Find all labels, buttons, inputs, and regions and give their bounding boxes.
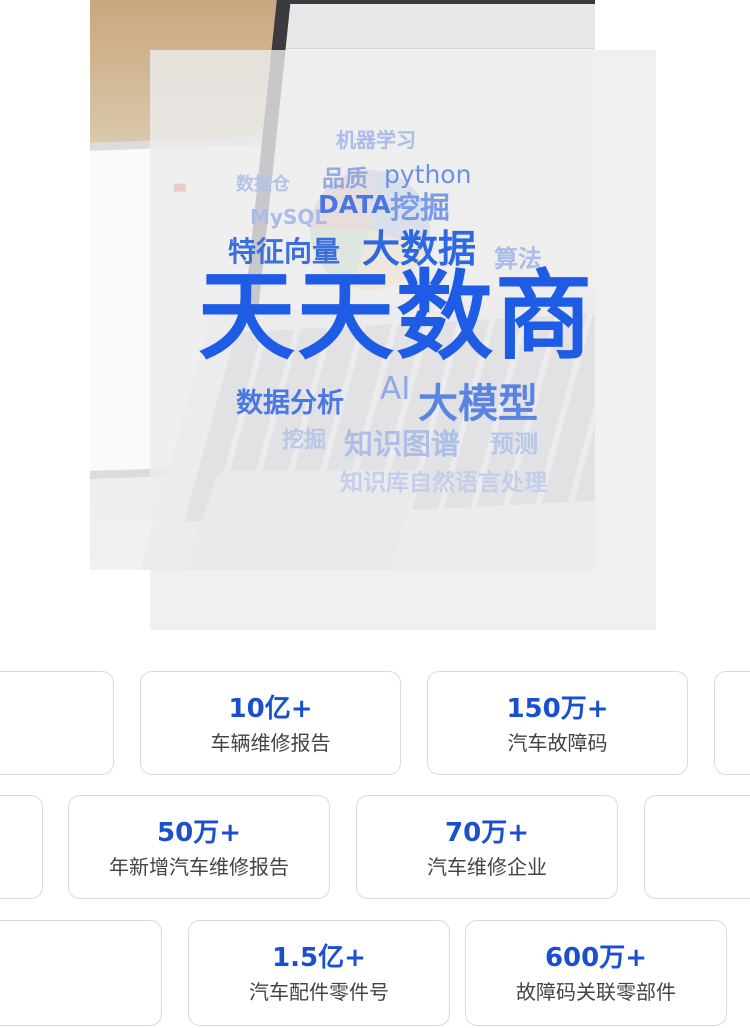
stat-label: 汽车故障码: [507, 731, 608, 755]
stat-label: 故障码关联零部件: [516, 980, 676, 1004]
stat-value: 10亿+: [228, 694, 313, 724]
stat-value: 600万+: [544, 943, 648, 973]
stat-value: 150万+: [506, 694, 609, 724]
word-cloud-word: 挖掘: [282, 428, 327, 453]
word-cloud-word: AI: [380, 371, 411, 407]
word-cloud-word: MySQL: [250, 205, 328, 229]
stat-label: 车辆维修报告: [210, 731, 331, 755]
hero-title: 天天数商: [198, 260, 594, 373]
stat-card-placeholder: [0, 920, 162, 1026]
word-cloud-word: DATA: [318, 190, 391, 219]
word-cloud-word: python: [384, 160, 472, 189]
stat-card-placeholder: [0, 671, 114, 775]
stat-card: 1.5亿+ 汽车配件零件号: [188, 920, 450, 1026]
hero-banner: 机器学习 数据仓 品质 python MySQL DATA 挖掘 特征向量 大数…: [0, 0, 750, 640]
stat-value: 50万+: [157, 818, 241, 848]
stat-card: 70万+ 汽车维修企业: [356, 795, 618, 899]
word-cloud-word: 数据分析: [236, 388, 344, 419]
word-cloud-word: 知识图谱: [344, 427, 461, 461]
screen-toolbar: [285, 4, 595, 49]
stat-card: 50万+ 年新增汽车维修报告: [68, 795, 330, 899]
stat-label: 年新增汽车维修报告: [109, 855, 289, 879]
stat-card: 10亿+ 车辆维修报告: [140, 671, 401, 775]
stat-label: 汽车配件零件号: [249, 980, 389, 1004]
stat-card-placeholder: [714, 671, 750, 775]
stat-label: 汽车维修企业: [427, 855, 547, 879]
stat-card-placeholder: [0, 795, 43, 899]
stat-value: 1.5亿+: [272, 943, 366, 973]
word-cloud-word: 品质: [322, 166, 368, 192]
stat-card: 150万+ 汽车故障码: [427, 671, 688, 775]
stat-card-placeholder: [644, 795, 750, 899]
word-cloud-word: 数据仓: [236, 174, 290, 195]
stat-card: 600万+ 故障码关联零部件: [465, 920, 727, 1026]
stat-value: 70万+: [445, 818, 529, 848]
word-cloud-word: 机器学习: [336, 128, 416, 152]
word-cloud-word: 预测: [490, 430, 538, 458]
word-cloud-word: 知识库自然语言处理: [340, 470, 547, 496]
word-cloud-word: 大模型: [418, 381, 538, 427]
word-cloud-word: 挖掘: [390, 191, 450, 226]
